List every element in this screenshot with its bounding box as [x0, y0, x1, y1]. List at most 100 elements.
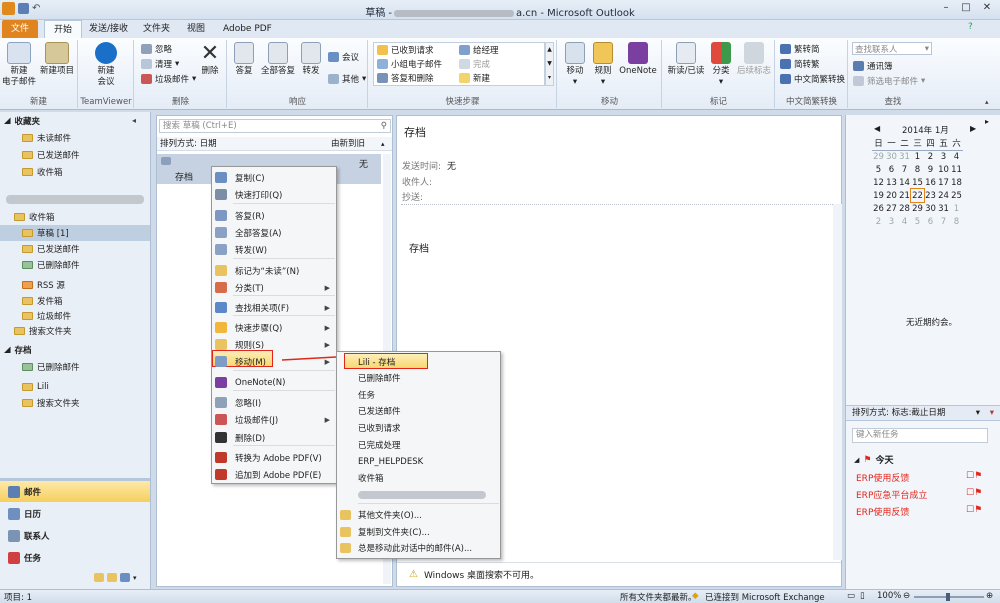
task-item[interactable]: ERP使用反馈	[856, 471, 909, 484]
folder-junk[interactable]: 垃圾邮件	[0, 308, 150, 324]
quick-step-6[interactable]: 新建	[459, 71, 490, 84]
redacted-account[interactable]	[6, 195, 144, 204]
sort-by-button[interactable]: 排列方式: 日期	[160, 137, 217, 151]
close-button[interactable]: ✕	[977, 2, 997, 17]
archive-search[interactable]: 搜索文件夹	[0, 395, 150, 411]
calendar-day[interactable]: 12	[872, 176, 885, 189]
tab-adobe-pdf[interactable]: Adobe PDF	[214, 20, 281, 38]
calendar-day[interactable]: 23	[924, 189, 937, 202]
rules-button[interactable]: 规则 ▾	[590, 42, 616, 88]
calendar-day[interactable]: 15	[911, 176, 924, 189]
fav-inbox[interactable]: 收件箱	[0, 164, 150, 180]
module-calendar[interactable]: 日历	[0, 503, 150, 524]
submenu-item[interactable]: 收件箱	[336, 470, 501, 487]
calendar-day[interactable]: 24	[937, 189, 950, 202]
context-menu-item[interactable]: 快速步骤(Q) ▶	[211, 319, 337, 336]
reply-button[interactable]: 答复	[230, 42, 258, 77]
module-tasks[interactable]: 任务	[0, 547, 150, 568]
quick-step-4[interactable]: 给经理	[459, 43, 499, 56]
submenu-item[interactable]: 已收到请求	[336, 420, 501, 437]
new-items-button[interactable]: 新建项目	[38, 42, 76, 77]
quick-step-1[interactable]: 已收到请求	[377, 43, 434, 56]
search-input[interactable]: 搜索 草稿 (Ctrl+E) ⚲	[159, 119, 391, 133]
fav-unread[interactable]: 未读邮件	[0, 130, 150, 146]
context-menu-item[interactable]: 转换为 Adobe PDF(V)	[211, 449, 337, 466]
calendar-day[interactable]: 20	[885, 189, 898, 202]
context-menu-item[interactable]: 快速打印(Q)	[211, 186, 337, 203]
minimize-button[interactable]: –	[936, 2, 956, 17]
quick-step-5[interactable]: 完成	[459, 57, 490, 70]
submenu-item[interactable]: 已删除邮件	[336, 370, 501, 387]
task-flag-icon[interactable]: ☐⚑	[966, 505, 982, 515]
context-menu-item[interactable]: 规则(S) ▶	[211, 336, 337, 353]
view-normal-icon[interactable]: ▭	[847, 591, 855, 601]
module-mail[interactable]: 邮件	[0, 481, 150, 502]
calendar-day[interactable]: 18	[950, 176, 963, 189]
context-menu-item[interactable]: 标记为“未读”(N)	[211, 262, 337, 279]
submenu-item[interactable]: 其他文件夹(O)...	[336, 507, 501, 524]
submenu-item[interactable]: 已完成处理	[336, 437, 501, 454]
clean-button[interactable]: 清理 ▾	[141, 57, 179, 70]
task-flag-icon[interactable]: ☐⚑	[966, 471, 982, 481]
calendar-day[interactable]: 13	[885, 176, 898, 189]
context-menu-item[interactable]: 答复(R)	[211, 207, 337, 224]
move-button[interactable]: 移动 ▾	[562, 42, 588, 88]
maximize-button[interactable]: □	[956, 2, 976, 17]
calendar-day[interactable]: 19	[872, 189, 885, 202]
calendar-day[interactable]: 7	[937, 215, 950, 228]
new-email-button[interactable]: 新建 电子邮件	[2, 42, 36, 88]
prev-month-icon[interactable]: ◀	[874, 124, 880, 133]
more-respond-button[interactable]: 其他 ▾	[328, 72, 366, 85]
calendar-day[interactable]: 6	[924, 215, 937, 228]
calendar-day[interactable]: 28	[898, 202, 911, 215]
calendar-day[interactable]: 17	[937, 176, 950, 189]
folder-rss[interactable]: RSS 源	[0, 277, 150, 293]
collapse-ribbon-icon[interactable]: ▴	[985, 98, 989, 106]
search-contacts-input[interactable]: 查找联系人 ▾	[852, 42, 932, 55]
next-month-icon[interactable]: ▶	[970, 124, 976, 133]
filter-email-button[interactable]: 筛选电子邮件 ▾	[853, 74, 925, 87]
reply-all-button[interactable]: 全部答复	[259, 42, 297, 77]
forward-button[interactable]: 转发	[298, 42, 324, 77]
calendar-day[interactable]: 6	[885, 163, 898, 176]
folder-inbox[interactable]: 收件箱	[0, 209, 150, 225]
favorites-header[interactable]: ◢ 收藏夹	[0, 113, 150, 129]
configure-buttons-icon[interactable]: ▾	[133, 574, 137, 582]
calendar-day[interactable]: 26	[872, 202, 885, 215]
folder-list-icon[interactable]	[107, 573, 117, 582]
todo-close-icon[interactable]: ▸	[985, 117, 989, 126]
calendar-day[interactable]: 11	[950, 163, 963, 176]
read-unread-button[interactable]: 新读/已读	[665, 42, 707, 77]
calendar-day[interactable]: 29	[911, 202, 924, 215]
calendar-day[interactable]: 9	[924, 163, 937, 176]
delete-button[interactable]: ✕ 删除	[195, 42, 225, 77]
calendar-day[interactable]: 2	[924, 150, 937, 163]
tab-home[interactable]: 开始	[44, 20, 83, 38]
notes-icon[interactable]	[94, 573, 104, 582]
task-flag-icon[interactable]: ☐⚑	[966, 488, 982, 498]
chinese-conversion-button[interactable]: 中文简繁转换	[780, 72, 845, 85]
zoom-out-icon[interactable]: ⊖	[903, 591, 910, 601]
context-menu-item[interactable]: 分类(T) ▶	[211, 279, 337, 296]
context-menu-item[interactable]: 转发(W)	[211, 241, 337, 258]
calendar-day[interactable]: 31	[898, 150, 911, 163]
tab-file[interactable]: 文件	[2, 20, 39, 38]
submenu-item[interactable]: Lili - 存档	[336, 354, 501, 371]
task-sort-header[interactable]: 排列方式: 标志:截止日期 ▾ ▾	[846, 405, 1000, 421]
submenu-item[interactable]: 复制到文件夹(C)...	[336, 524, 501, 541]
address-book-button[interactable]: 通讯簿	[853, 59, 893, 72]
shortcuts-icon[interactable]	[120, 573, 130, 582]
calendar-day[interactable]: 14	[898, 176, 911, 189]
calendar-day[interactable]: 22	[910, 188, 925, 203]
context-menu-item[interactable]: 追加到 Adobe PDF(E)	[211, 466, 337, 483]
new-task-input[interactable]: 键入新任务	[852, 428, 988, 443]
sort-order-button[interactable]: 由新到旧	[331, 137, 365, 151]
gallery-scroll[interactable]: ▲ ▼ ▾	[545, 42, 554, 86]
meeting-button[interactable]: 会议	[328, 50, 359, 63]
calendar-day[interactable]: 8	[950, 215, 963, 228]
junk-button[interactable]: 垃圾邮件 ▾	[141, 72, 196, 85]
s2t-button[interactable]: 简转繁	[780, 57, 820, 70]
calendar-day[interactable]: 30	[885, 150, 898, 163]
calendar-day[interactable]: 3	[885, 215, 898, 228]
submenu-item[interactable]: 已发送邮件	[336, 403, 501, 420]
